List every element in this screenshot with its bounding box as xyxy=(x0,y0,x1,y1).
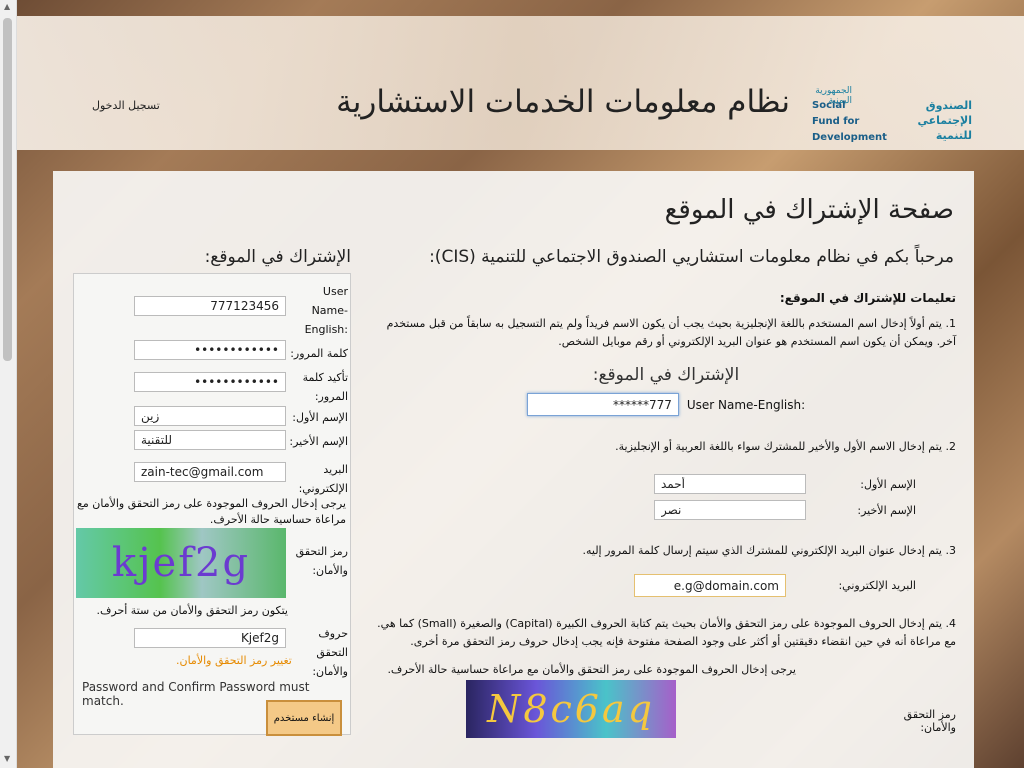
example-first-row: الإسم الأول: xyxy=(376,474,916,494)
password-label: كلمة المرور: xyxy=(290,347,348,360)
captcha-image: kjef2g xyxy=(76,528,286,598)
example-first-input[interactable] xyxy=(654,474,806,494)
scroll-up-arrow-icon[interactable]: ▲ xyxy=(4,2,10,11)
captcha-input[interactable] xyxy=(134,628,286,648)
captcha-label: رمز التحقق والأمان: xyxy=(295,545,348,577)
create-user-button[interactable]: إنشاء مستخدم xyxy=(266,700,342,736)
example-captcha-image: N8c6aq xyxy=(466,680,676,738)
example-last-row: الإسم الأخير: xyxy=(376,500,916,520)
main-panel: صفحة الإشتراك في الموقع مرحباً بكم في نظ… xyxy=(53,171,974,768)
example-captcha-row: رمز التحقق والأمان: N8c6aq xyxy=(376,680,956,738)
login-link[interactable]: تسجيل الدخول xyxy=(92,99,160,112)
logo-ar-line: للتنمية xyxy=(935,129,972,142)
logo-ar-line: الإجتماعي xyxy=(917,114,972,127)
instructions-title: تعليمات للإشتراك في الموقع: xyxy=(779,291,956,305)
first-name-label: الإسم الأول: xyxy=(292,411,348,424)
instruction-step-2: 2. يتم إدخال الاسم الأول والأخير للمشترك… xyxy=(615,440,956,453)
scrollbar-thumb[interactable] xyxy=(3,18,12,361)
captcha-note: يرجى إدخال الحروف الموجودة على رمز التحق… xyxy=(77,497,346,526)
example-email-row: البريد الإلكتروني: xyxy=(376,574,916,597)
instruction-step-3: 3. يتم إدخال عنوان البريد الإلكتروني للم… xyxy=(582,544,956,557)
example-captcha-note: يرجى إدخال الحروف الموجودة على رمز التحق… xyxy=(387,663,796,676)
captcha-length-note: يتكون رمز التحقق والأمان من ستة أحرف. xyxy=(96,604,288,617)
example-email-label: البريد الإلكتروني: xyxy=(838,579,916,592)
logo-en-line: Fund for xyxy=(812,116,860,127)
header: تسجيل الدخول نظام معلومات الخدمات الاستش… xyxy=(17,16,1024,150)
sfd-logo: الجمهورية اليمنية الصندوق الإجتماعي للتن… xyxy=(812,84,972,146)
password-input[interactable] xyxy=(134,340,286,360)
instruction-step-1: 1. يتم أولاً إدخال اسم المستخدم باللغة ا… xyxy=(386,317,956,348)
example-username-input[interactable] xyxy=(526,393,679,416)
logo-ar-line: الصندوق xyxy=(925,99,972,112)
page-title: صفحة الإشتراك في الموقع xyxy=(664,195,954,225)
instruction-step-4: 4. يتم إدخال الحروف الموجودة على رمز الت… xyxy=(377,617,956,648)
logo-english-text: Social Fund for Development xyxy=(812,98,887,146)
logo-en-line: Development xyxy=(812,132,887,143)
example-email-input[interactable] xyxy=(634,574,786,597)
instructions: تعليمات للإشتراك في الموقع: 1. يتم أولاً… xyxy=(376,291,956,738)
example-last-input[interactable] xyxy=(654,500,806,520)
username-label: User Name-English: xyxy=(304,285,348,336)
logo-en-line: Social xyxy=(812,100,846,111)
instructions-subheading: الإشتراك في الموقع: xyxy=(592,365,740,385)
logo-arabic-text: الصندوق الإجتماعي للتنمية xyxy=(917,98,972,143)
last-name-input[interactable] xyxy=(134,430,286,450)
last-name-label: الإسم الأخير: xyxy=(289,435,348,448)
example-last-label: الإسم الأخير: xyxy=(857,503,916,517)
scroll-down-arrow-icon[interactable]: ▼ xyxy=(4,754,10,763)
example-first-label: الإسم الأول: xyxy=(860,477,916,491)
captcha-input-label: حروف التحقق والأمان: xyxy=(312,627,348,678)
registration-section: الإشتراك في الموقع: User Name-English: ك… xyxy=(73,247,351,736)
welcome-text: مرحباً بكم في نظام معلومات استشاريي الصن… xyxy=(429,247,954,267)
scrollbar[interactable]: ▲ ▼ xyxy=(0,0,17,768)
example-captcha-label: رمز التحقق والأمان: xyxy=(903,708,956,734)
email-input[interactable] xyxy=(134,462,286,482)
example-username-label: User Name-English: xyxy=(686,397,806,412)
confirm-password-label: تأكيد كلمة المرور: xyxy=(302,371,348,403)
registration-title: الإشتراك في الموقع: xyxy=(204,247,351,267)
example-username-row: User Name-English: xyxy=(376,393,956,416)
confirm-password-input[interactable] xyxy=(134,372,286,392)
change-captcha-link[interactable]: تغيير رمز التحقق والأمان. xyxy=(176,654,292,667)
first-name-input[interactable] xyxy=(134,406,286,426)
app-title: نظام معلومات الخدمات الاستشارية xyxy=(336,84,790,120)
email-label: البريد الإلكتروني: xyxy=(298,463,348,495)
username-input[interactable] xyxy=(134,296,286,316)
registration-form: User Name-English: كلمة المرور: تأكيد كل… xyxy=(73,273,351,736)
